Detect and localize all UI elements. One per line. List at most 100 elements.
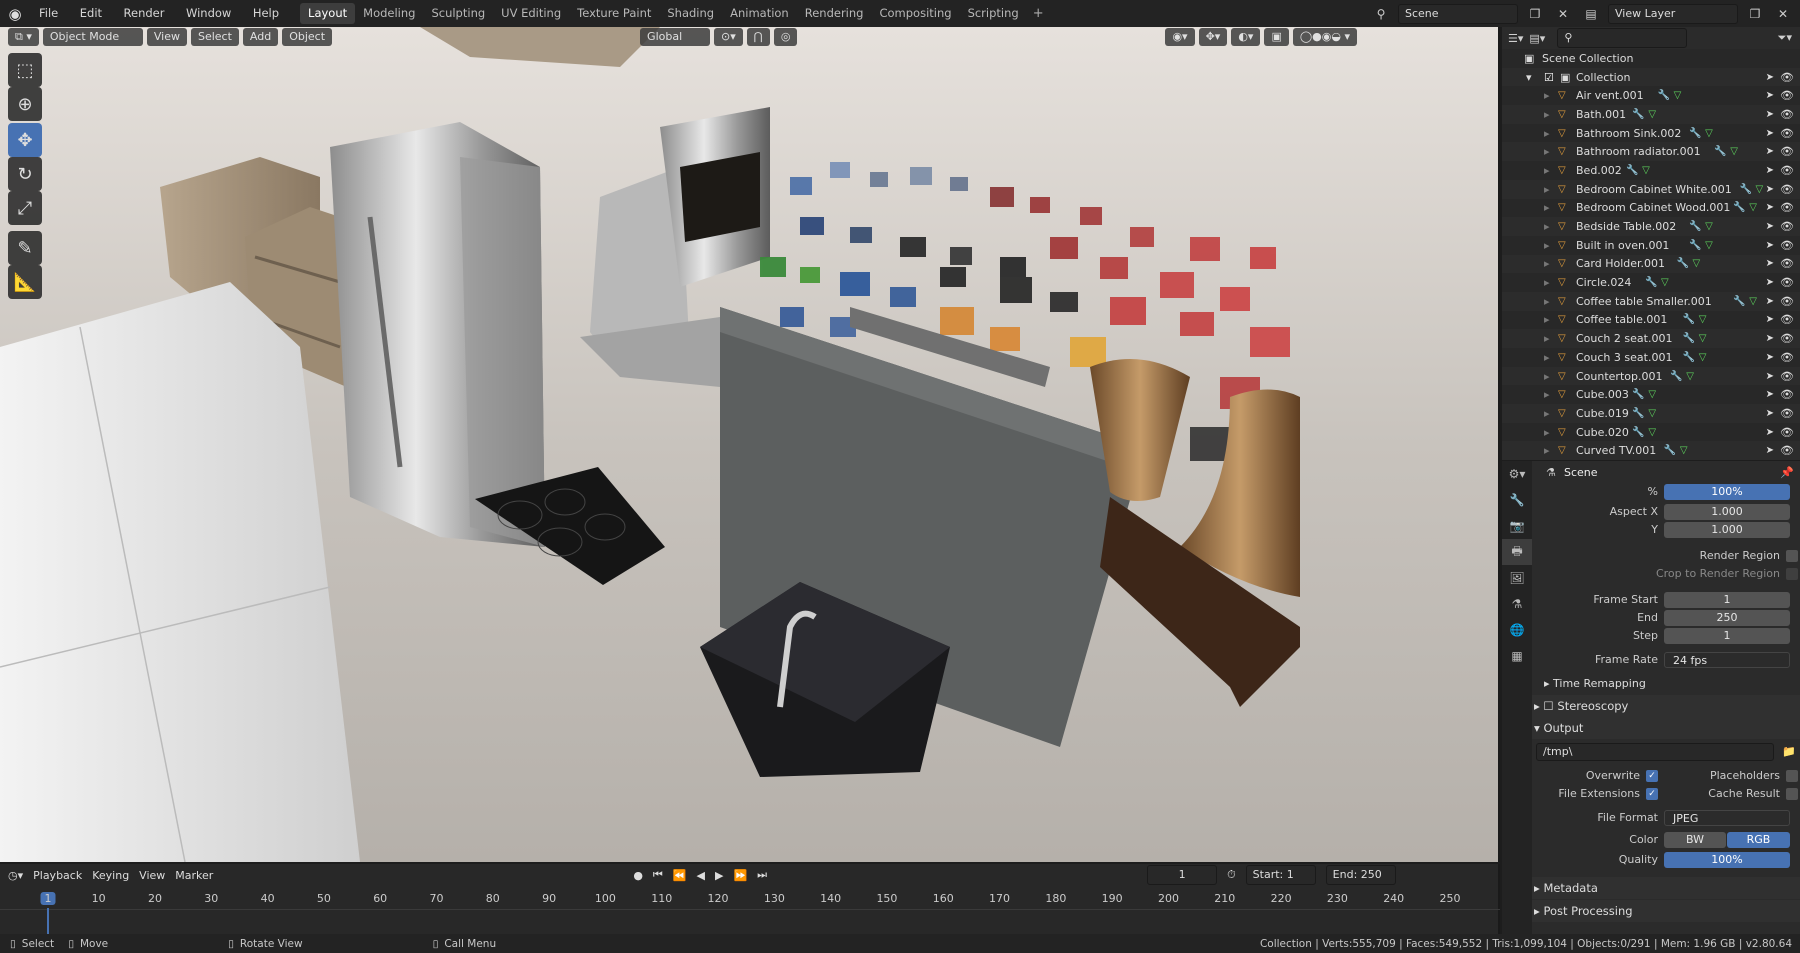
mesh-data-icon[interactable]: ▽ — [1749, 296, 1757, 307]
proportional-edit-icon[interactable]: ◎ — [773, 28, 798, 46]
mode-dropdown[interactable]: Object Mode — [42, 28, 143, 46]
cursor-tool-icon[interactable]: ⊕ — [8, 87, 42, 121]
outliner-object-row[interactable]: ▸ ▽ Bed.002 🔧 ▽ ➤ 👁 — [1502, 161, 1800, 180]
visibility-eye-icon[interactable]: 👁 — [1780, 351, 1794, 364]
resolution-pct-field[interactable]: 100% — [1664, 484, 1790, 500]
mesh-data-icon[interactable]: ▽ — [1699, 314, 1707, 325]
file-format-dropdown[interactable]: JPEG — [1664, 810, 1790, 826]
mesh-data-icon[interactable]: ▽ — [1693, 258, 1701, 269]
object-menu[interactable]: Object — [282, 28, 333, 46]
modifier-wrench-icon[interactable]: 🔧 — [1683, 352, 1695, 363]
modifier-wrench-icon[interactable]: 🔧 — [1683, 333, 1695, 344]
modifier-wrench-icon[interactable]: 🔧 — [1626, 165, 1638, 176]
mesh-data-icon[interactable]: ▽ — [1730, 146, 1738, 157]
view-layer-icon[interactable]: ▤ — [1580, 4, 1602, 24]
selectable-icon[interactable]: ➤ — [1766, 314, 1774, 325]
modifier-wrench-icon[interactable]: 🔧 — [1733, 202, 1745, 213]
current-frame-indicator[interactable]: 1 — [40, 892, 56, 905]
tool-tab-icon[interactable]: 🔧 — [1502, 487, 1532, 513]
outliner-object-row[interactable]: ▸ ▽ Circle.024 🔧 ▽ ➤ 👁 — [1502, 273, 1800, 292]
add-workspace-icon[interactable]: + — [1027, 6, 1050, 21]
outliner-object-row[interactable]: ▸ ▽ Curved TV.001 🔧 ▽ ➤ 👁 — [1502, 441, 1800, 461]
world-tab-icon[interactable]: 🌐 — [1502, 617, 1532, 643]
outliner-object-row[interactable]: ▸ ▽ Cube.020 🔧 ▽ ➤ 👁 — [1502, 423, 1800, 442]
color-bw-button[interactable]: BW — [1664, 832, 1726, 848]
modifier-wrench-icon[interactable]: 🔧 — [1714, 146, 1726, 157]
rotate-tool-icon[interactable]: ↻ — [8, 157, 42, 191]
visibility-icon[interactable]: ◉▾ — [1165, 28, 1195, 46]
modifier-wrench-icon[interactable]: 🔧 — [1677, 258, 1689, 269]
start-frame-field[interactable]: Start: 1 — [1245, 865, 1316, 885]
aspect-x-field[interactable]: 1.000 — [1664, 504, 1790, 520]
outliner-object-row[interactable]: ▸ ▽ Bath.001 🔧 ▽ ➤ 👁 — [1502, 105, 1800, 124]
xray-icon[interactable]: ▣ — [1264, 28, 1289, 46]
visibility-eye-icon[interactable]: 👁 — [1780, 89, 1794, 102]
visibility-eye-icon[interactable]: 👁 — [1780, 183, 1794, 196]
tab-rendering[interactable]: Rendering — [797, 3, 872, 24]
menu-file[interactable]: File — [30, 0, 67, 27]
frame-start-field[interactable]: 1 — [1664, 592, 1790, 608]
selectable-icon[interactable]: ➤ — [1766, 389, 1774, 400]
selectable-icon[interactable]: ➤ — [1766, 146, 1774, 157]
playhead-line[interactable] — [47, 908, 49, 936]
frame-ruler[interactable]: 1 10 20 30 40 50 60 70 80 90 100 110 120 130 140 150 16… — [0, 888, 1500, 936]
pivot-icon[interactable]: ⊙▾ — [714, 28, 743, 46]
snap-icon[interactable]: ⋂ — [746, 28, 770, 46]
menu-help[interactable]: Help — [244, 0, 288, 27]
outliner-search-input[interactable]: ⚲ — [1557, 28, 1688, 48]
tab-layout[interactable]: Layout — [300, 3, 356, 24]
visibility-eye-icon[interactable]: 👁 — [1780, 164, 1794, 177]
visibility-eye-icon[interactable]: 👁 — [1780, 407, 1794, 420]
outliner-object-row[interactable]: ▸ ▽ Couch 3 seat.001 🔧 ▽ ➤ 👁 — [1502, 348, 1800, 367]
menu-edit[interactable]: Edit — [71, 0, 111, 27]
outliner-object-row[interactable]: ▸ ▽ Coffee table.001 🔧 ▽ ➤ 👁 — [1502, 311, 1800, 330]
render-region-checkbox[interactable] — [1786, 550, 1798, 562]
scene-name-field[interactable]: Scene — [1398, 3, 1518, 24]
outliner-object-row[interactable]: ▸ ▽ Cube.019 🔧 ▽ ➤ 👁 — [1502, 404, 1800, 423]
visibility-eye-icon[interactable]: 👁 — [1780, 145, 1794, 158]
expand-collection-icon[interactable]: ▾ — [1526, 71, 1532, 84]
texture-tab-icon[interactable]: ▦ — [1502, 643, 1532, 669]
selectable-icon[interactable]: ➤ — [1766, 258, 1774, 269]
modifier-wrench-icon[interactable]: 🔧 — [1689, 240, 1701, 251]
view-menu[interactable]: View — [146, 28, 187, 46]
post-processing-panel[interactable]: ▸ Post Processing — [1532, 900, 1800, 922]
tab-uv-editing[interactable]: UV Editing — [493, 3, 569, 24]
annotate-tool-icon[interactable]: ✎ — [8, 231, 42, 265]
visibility-eye-icon[interactable]: 👁 — [1780, 239, 1794, 252]
selectable-icon[interactable]: ➤ — [1766, 296, 1774, 307]
mesh-data-icon[interactable]: ▽ — [1699, 352, 1707, 363]
filter-icon[interactable]: ⏷▾ — [1778, 31, 1800, 45]
record-icon[interactable]: ● — [633, 869, 643, 882]
visibility-eye-icon[interactable]: 👁 — [1780, 295, 1794, 308]
outliner-object-row[interactable]: ▸ ▽ Card Holder.001 🔧 ▽ ➤ 👁 — [1502, 254, 1800, 274]
delete-view-layer-icon[interactable]: ✕ — [1772, 4, 1794, 24]
move-tool-icon[interactable]: ✥ — [8, 123, 42, 157]
quality-field[interactable]: 100% — [1664, 852, 1790, 868]
visibility-eye-icon[interactable]: 👁 — [1780, 332, 1794, 345]
visibility-eye-icon[interactable]: 👁 — [1780, 370, 1794, 383]
tab-compositing[interactable]: Compositing — [871, 3, 959, 24]
frame-rate-dropdown[interactable]: 24 fps — [1664, 652, 1790, 668]
properties-editor-type-icon[interactable]: ⚙▾ — [1502, 461, 1532, 487]
visibility-eye-icon[interactable]: 👁 — [1780, 276, 1794, 289]
crop-region-checkbox[interactable] — [1786, 568, 1798, 580]
orientation-dropdown[interactable]: Global — [640, 28, 711, 46]
aspect-y-field[interactable]: 1.000 — [1664, 522, 1790, 538]
view-layer-field[interactable]: View Layer — [1608, 3, 1738, 24]
visibility-eye-icon[interactable]: 👁 — [1780, 444, 1794, 457]
selectable-icon[interactable]: ➤ — [1766, 90, 1774, 101]
select-box-tool-icon[interactable]: ⬚ — [8, 53, 42, 87]
tab-sculpting[interactable]: Sculpting — [423, 3, 493, 24]
modifier-wrench-icon[interactable]: 🔧 — [1740, 184, 1752, 195]
keying-menu[interactable]: Keying — [92, 869, 129, 882]
preview-range-icon[interactable]: ⏱ — [1227, 868, 1236, 882]
shading-modes-icon[interactable]: ◯●◉◒ ▾ — [1292, 28, 1357, 46]
mesh-data-icon[interactable]: ▽ — [1648, 408, 1656, 419]
file-extensions-checkbox[interactable]: ✓ — [1646, 788, 1658, 800]
scene-tab-icon[interactable]: ⚗ — [1502, 591, 1532, 617]
add-menu[interactable]: Add — [242, 28, 279, 46]
delete-scene-icon[interactable]: ✕ — [1552, 4, 1574, 24]
selectable-icon[interactable]: ➤ — [1766, 240, 1774, 251]
playback-menu[interactable]: Playback — [33, 869, 82, 882]
